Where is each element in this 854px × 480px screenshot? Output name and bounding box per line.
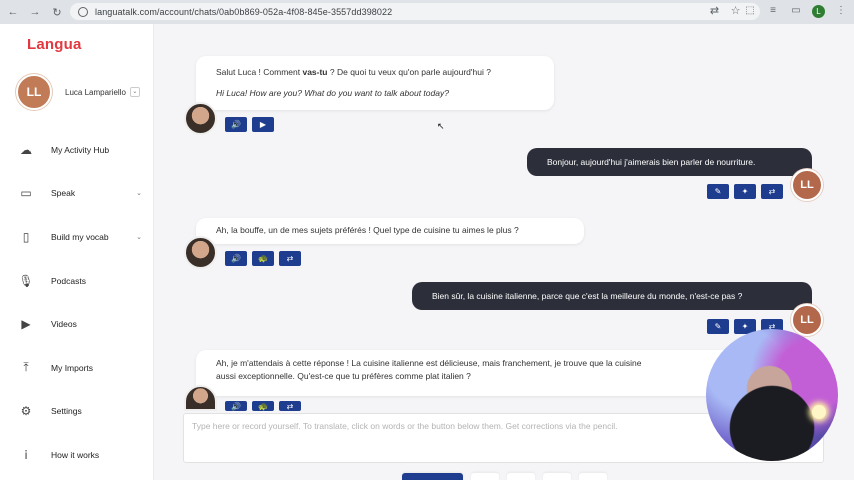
mouse-cursor-icon: ↖ bbox=[437, 121, 445, 131]
microphone-icon: 🎙 bbox=[18, 273, 34, 288]
sidebar-item-label: Videos bbox=[51, 319, 77, 330]
pencil-icon[interactable]: ✎ bbox=[707, 184, 729, 199]
sidebar-item-label: Build my vocab bbox=[51, 231, 109, 242]
option-button[interactable] bbox=[507, 473, 535, 480]
speaker-icon[interactable]: 🔊 bbox=[225, 401, 247, 411]
sidebar-item-how-it-works[interactable]: ⅰ How it works bbox=[0, 433, 154, 477]
book-icon: ▯ bbox=[22, 229, 30, 244]
option-button[interactable] bbox=[579, 473, 607, 480]
slow-speaker-icon[interactable]: 🐢 bbox=[252, 401, 274, 411]
chat-icon: ▭ bbox=[20, 186, 32, 201]
user-message: Bien sûr, la cuisine italienne, parce qu… bbox=[412, 282, 812, 310]
sidebar-item-settings[interactable]: ⚙ Settings bbox=[0, 390, 154, 434]
bot-message: Ah, je m'attendais à cette réponse ! La … bbox=[196, 350, 741, 396]
reload-icon[interactable]: ↻ bbox=[48, 3, 66, 21]
sidebar-item-build-vocab[interactable]: ▯ Build my vocab ⌄ bbox=[0, 215, 154, 259]
speaker-icon[interactable]: 🔊 bbox=[225, 117, 247, 132]
url-text: languatalk.com/account/chats/0ab0b869-05… bbox=[95, 6, 393, 17]
pencil-icon[interactable]: ✎ bbox=[707, 319, 729, 334]
sidebar-item-podcasts[interactable]: 🎙 Podcasts bbox=[0, 259, 154, 303]
input-placeholder: Type here or record yourself. To transla… bbox=[192, 421, 618, 431]
sidebar: Langua LL Luca Lampariello ⌄ ☁ My Activi… bbox=[0, 24, 154, 480]
user-menu[interactable]: LL Luca Lampariello ⌄ bbox=[16, 74, 148, 110]
chevron-down-icon[interactable]: ⌄ bbox=[129, 87, 140, 97]
browser-menu-icon[interactable]: ⋮ bbox=[834, 4, 848, 18]
site-info-icon[interactable] bbox=[78, 6, 88, 17]
info-icon: ⅰ bbox=[24, 447, 28, 462]
gear-icon: ⚙ bbox=[20, 404, 32, 419]
extensions-icon[interactable]: ⬚ bbox=[743, 4, 757, 18]
sidebar-panel-icon[interactable]: ▭ bbox=[789, 4, 803, 18]
send-button[interactable] bbox=[402, 473, 463, 480]
sidebar-item-videos[interactable]: ▶ Videos bbox=[0, 302, 154, 346]
translate-icon[interactable]: ⇄ bbox=[279, 251, 301, 266]
back-icon[interactable]: ← bbox=[4, 3, 22, 21]
user-message-avatar: LL bbox=[791, 304, 823, 336]
upload-icon: ⤒ bbox=[23, 360, 29, 375]
speaker-icon[interactable]: 🔊 bbox=[225, 251, 247, 266]
tutor-avatar bbox=[184, 102, 217, 135]
translate-icon[interactable]: ⇄ bbox=[761, 184, 783, 199]
user-message: Bonjour, aujourd'hui j'aimerais bien par… bbox=[527, 148, 812, 176]
translate-icon[interactable]: ⇄ bbox=[279, 401, 301, 411]
message-text[interactable]: Bonjour, aujourd'hui j'aimerais bien par… bbox=[547, 157, 755, 167]
message-text[interactable]: Ah, la bouffe, un de mes sujets préférés… bbox=[216, 224, 564, 237]
play-icon[interactable]: ▶ bbox=[252, 117, 274, 132]
sidebar-menu: ☁ My Activity Hub ▭ Speak ⌄ ▯ Build my v… bbox=[0, 128, 154, 477]
bot-message: Ah, la bouffe, un de mes sujets préférés… bbox=[196, 218, 584, 244]
translate-icon[interactable]: ⇄ bbox=[708, 5, 721, 18]
sidebar-item-label: My Imports bbox=[51, 362, 94, 373]
browser-toolbar: ← → ↻ languatalk.com/account/chats/0ab0b… bbox=[0, 0, 854, 24]
user-message-avatar: LL bbox=[791, 169, 823, 201]
chevron-down-icon[interactable]: ⌄ bbox=[136, 233, 142, 241]
message-text[interactable]: Salut Luca ! Comment vas-tu ? De quoi tu… bbox=[216, 66, 534, 79]
message-text[interactable]: Ah, je m'attendais à cette réponse ! La … bbox=[216, 357, 721, 383]
address-bar[interactable]: languatalk.com/account/chats/0ab0b869-05… bbox=[70, 3, 760, 20]
langua-logo[interactable]: Langua bbox=[27, 36, 82, 53]
option-button[interactable] bbox=[471, 473, 499, 480]
media-icon[interactable]: ≡ bbox=[766, 4, 780, 18]
message-text[interactable]: Bien sûr, la cuisine italienne, parce qu… bbox=[432, 291, 742, 301]
sidebar-item-speak[interactable]: ▭ Speak ⌄ bbox=[0, 172, 154, 216]
bookmark-star-icon[interactable]: ☆ bbox=[729, 5, 742, 18]
sidebar-item-label: How it works bbox=[51, 449, 100, 460]
tutor-avatar bbox=[184, 236, 217, 269]
sidebar-item-activity-hub[interactable]: ☁ My Activity Hub bbox=[0, 128, 154, 172]
browser-profile-avatar[interactable]: L bbox=[812, 4, 825, 18]
sidebar-item-label: Podcasts bbox=[51, 275, 86, 286]
slow-speaker-icon[interactable]: 🐢 bbox=[252, 251, 274, 266]
magic-wand-icon[interactable]: ✦ bbox=[734, 184, 756, 199]
message-translation: Hi Luca! How are you? What do you want t… bbox=[216, 87, 449, 98]
video-icon: ▶ bbox=[21, 317, 31, 332]
bot-message: Salut Luca ! Comment vas-tu ? De quoi tu… bbox=[196, 56, 554, 110]
sidebar-item-imports[interactable]: ⤒ My Imports bbox=[0, 346, 154, 390]
cloud-icon: ☁ bbox=[20, 142, 32, 157]
sidebar-item-label: Speak bbox=[51, 188, 76, 199]
sidebar-item-label: Settings bbox=[51, 406, 82, 417]
chevron-down-icon[interactable]: ⌄ bbox=[136, 189, 142, 197]
user-avatar[interactable]: LL bbox=[16, 74, 52, 110]
tutor-avatar bbox=[184, 385, 217, 411]
light-icon bbox=[812, 405, 826, 419]
option-button[interactable] bbox=[543, 473, 571, 480]
forward-icon[interactable]: → bbox=[26, 3, 44, 21]
user-name: Luca Lampariello bbox=[65, 87, 126, 97]
sidebar-item-label: My Activity Hub bbox=[51, 144, 110, 155]
webcam-overlay bbox=[706, 329, 838, 461]
